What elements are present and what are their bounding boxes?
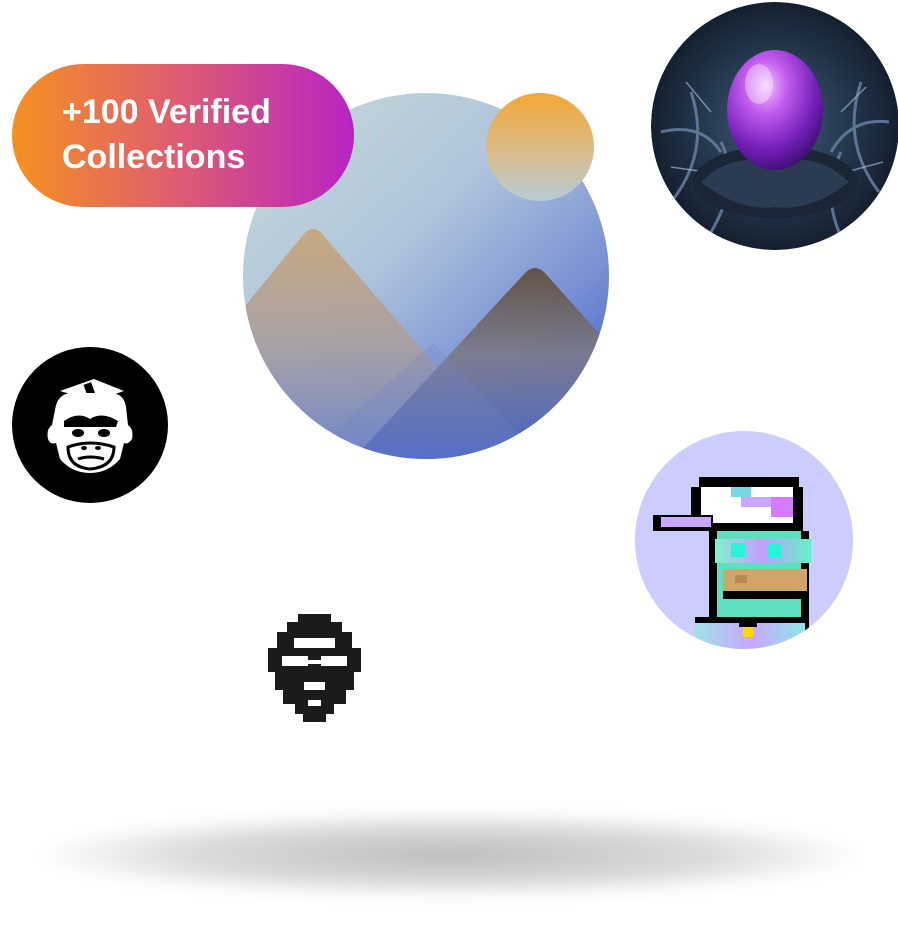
badge-line-2: Collections xyxy=(62,138,246,176)
badge-line-1: +100 Verified xyxy=(62,93,271,131)
pixel-punk-avatar xyxy=(635,431,853,649)
verified-collections-badge: +100 Verified Collections xyxy=(12,64,354,207)
floor-shadow xyxy=(40,812,860,898)
crystal-egg-avatar xyxy=(651,2,898,250)
bearded-face-logo-icon xyxy=(268,614,361,722)
gorilla-logo-icon xyxy=(12,347,168,503)
